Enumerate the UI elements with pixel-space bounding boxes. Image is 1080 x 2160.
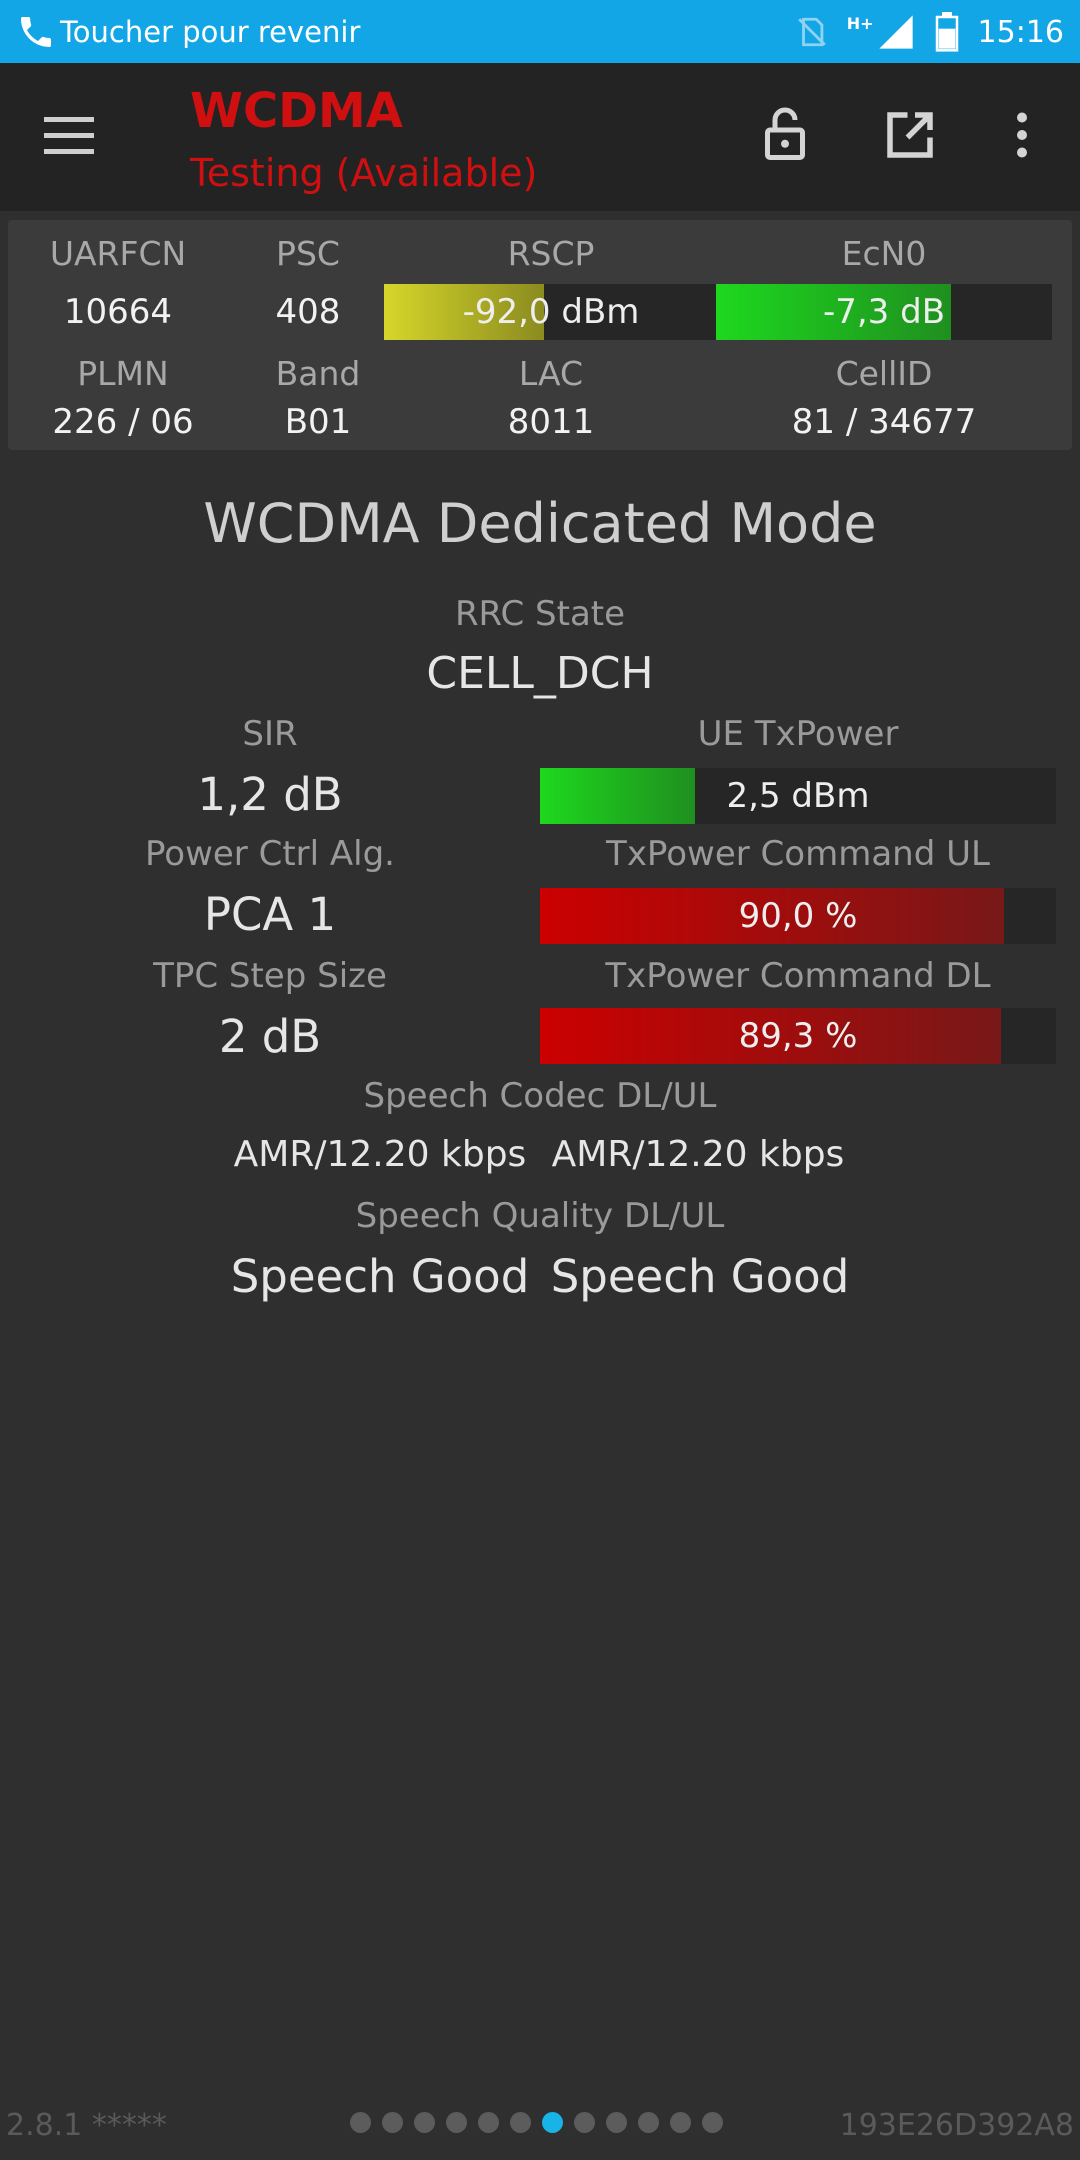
more-vert-icon[interactable] [992,105,1052,165]
app-subtitle: Testing (Available) [190,151,538,195]
page-dot[interactable] [542,2112,563,2133]
lock-open-icon[interactable] [755,105,815,165]
page-dot[interactable] [478,2112,499,2133]
sir-value: 1,2 dB [197,768,343,821]
speech-quality-label: Speech Quality DL/UL [355,1196,725,1236]
band-value: B01 [284,402,352,442]
open-external-icon[interactable] [880,105,940,165]
battery-icon [935,12,958,52]
call-notification[interactable]: Toucher pour revenir [16,10,360,54]
ue-txpower-value: 2,5 dBm [726,776,870,816]
power-ctrl-alg-value: PCA 1 [203,888,337,941]
ecn0-label: EcN0 [841,234,927,273]
txpower-cmd-dl-label: TxPower Command DL [605,956,991,996]
page-dot[interactable] [382,2112,403,2133]
page-dot[interactable] [702,2112,723,2133]
ecn0-value: -7,3 dB [822,292,946,332]
speech-quality-ul-value: Speech Good [550,1250,850,1303]
ue-txpower-bar: 2,5 dBm [540,768,1056,824]
ecn0-bar: -7,3 dB [716,284,1052,340]
page-dot[interactable] [638,2112,659,2133]
phone-icon [21,17,51,47]
version-label: 2.8.1 ***** [6,2108,167,2143]
txpower-cmd-dl-value: 89,3 % [738,1016,858,1056]
plmn-label: PLMN [77,354,169,393]
speech-codec-dl-value: AMR/12.20 kbps [233,1134,527,1175]
clock: 15:16 [977,14,1064,50]
rscp-bar: -92,0 dBm [384,284,718,340]
ue-txpower-label: UE TxPower [697,714,899,754]
uarfcn-label: UARFCN [49,234,187,273]
cellid-value: 81 / 34677 [791,402,977,442]
network-type-label: H+ [846,13,874,33]
app-bar: WCDMA Testing (Available) [0,63,1080,211]
rscp-label: RSCP [507,234,595,273]
page-dot[interactable] [446,2112,467,2133]
mode-title: WCDMA Dedicated Mode [203,492,877,555]
device-id-label: 193E26D392A8 [839,2108,1074,2143]
menu-icon[interactable] [44,113,100,159]
plmn-value: 226 / 06 [52,402,194,442]
speech-quality-dl-value: Speech Good [230,1250,530,1303]
page-dot[interactable] [414,2112,435,2133]
speech-codec-label: Speech Codec DL/UL [363,1076,717,1116]
band-label: Band [275,354,361,393]
page-dot[interactable] [510,2112,531,2133]
psc-label: PSC [276,234,340,273]
speech-codec-ul-value: AMR/12.20 kbps [551,1134,845,1175]
signal-icon [878,15,913,49]
page-dot[interactable] [574,2112,595,2133]
page-indicator[interactable] [350,2112,723,2133]
txpower-cmd-ul-label: TxPower Command UL [606,834,990,874]
cellid-label: CellID [835,354,933,393]
page-dot[interactable] [670,2112,691,2133]
cell-summary-panel: UARFCN PSC RSCP EcN0 10664 408 -92,0 dBm… [8,220,1072,450]
no-sim-icon [797,17,826,47]
tpc-step-size-label: TPC Step Size [153,956,387,996]
app-title: WCDMA [190,83,403,139]
status-bar: Toucher pour revenir H+ 15:16 [0,0,1080,63]
page-dot[interactable] [606,2112,627,2133]
txpower-cmd-ul-bar: 90,0 % [540,888,1056,944]
uarfcn-value: 10664 [63,292,173,332]
power-ctrl-alg-label: Power Ctrl Alg. [144,834,395,874]
rrc-state-label: RRC State [454,594,626,634]
psc-value: 408 [275,292,341,332]
tpc-step-size-value: 2 dB [218,1010,322,1063]
sir-label: SIR [242,714,298,754]
txpower-cmd-dl-bar: 89,3 % [540,1008,1056,1064]
lac-value: 8011 [507,402,595,442]
rscp-value: -92,0 dBm [462,292,640,332]
lac-label: LAC [518,354,584,393]
notification-text: Toucher pour revenir [60,15,361,49]
rrc-state-value: CELL_DCH [426,648,654,699]
page-dot[interactable] [350,2112,371,2133]
txpower-cmd-ul-value: 90,0 % [738,896,858,936]
